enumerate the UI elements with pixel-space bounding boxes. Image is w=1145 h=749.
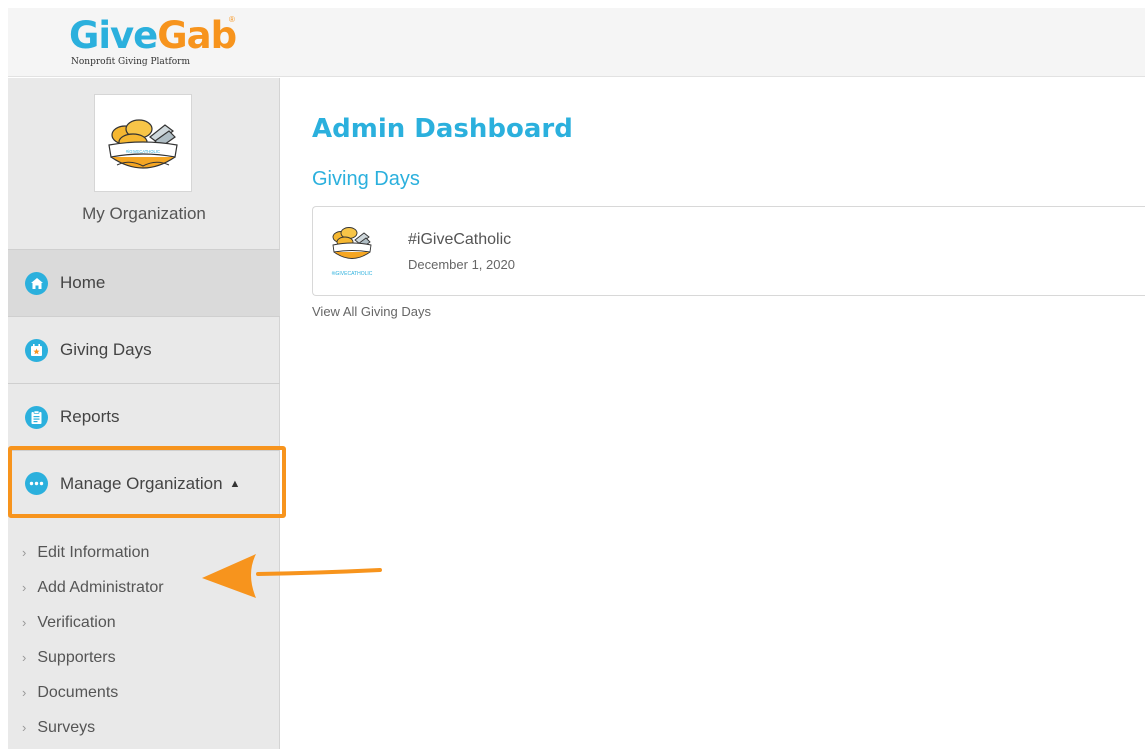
manage-organization-submenu: › Edit Information › Add Administrator › Ve…	[22, 535, 272, 745]
calendar-star-icon	[25, 338, 48, 362]
submenu-item-edit-information[interactable]: › Edit Information	[22, 535, 272, 570]
giving-day-date: December 1, 2020	[408, 257, 515, 272]
giving-day-logo-text: #iGIVECATHOLIC	[332, 271, 373, 277]
bread-basket-logo-icon: #iGIVECATHOLIC	[332, 227, 373, 277]
sidebar-item-giving-days[interactable]: Giving Days	[8, 316, 280, 383]
chevron-right-icon: ›	[22, 720, 27, 735]
logo-gab-text: Gab	[157, 14, 237, 57]
page-title: Admin Dashboard	[312, 114, 573, 144]
sidebar-item-label: Manage Organization	[60, 473, 223, 493]
chevron-right-icon: ›	[22, 650, 27, 665]
giving-day-logo: #iGIVECATHOLIC	[327, 223, 377, 281]
chevron-right-icon: ›	[22, 685, 27, 700]
bread-basket-logo-icon: #iGIVECATHOLIC	[108, 119, 178, 169]
caret-up-icon: ▲	[229, 477, 241, 490]
home-icon	[25, 271, 48, 295]
chevron-right-icon: ›	[22, 580, 27, 595]
more-dots-icon	[25, 472, 48, 495]
submenu-item-label: Supporters	[37, 648, 116, 666]
view-all-giving-days-link[interactable]: View All Giving Days	[312, 304, 431, 319]
chevron-right-icon: ›	[22, 545, 27, 560]
logo-tagline: Nonprofit Giving Platform	[71, 57, 191, 67]
submenu-item-label: Verification	[37, 613, 116, 631]
org-logo[interactable]: #iGIVECATHOLIC	[94, 94, 192, 192]
submenu-item-add-administrator[interactable]: › Add Administrator	[22, 570, 272, 605]
registered-mark: ®	[229, 15, 235, 24]
giving-day-name[interactable]: #iGiveCatholic	[408, 231, 511, 249]
submenu-item-verification[interactable]: › Verification	[22, 605, 272, 640]
submenu-item-surveys[interactable]: › Surveys	[22, 710, 272, 745]
sidebar-item-label: Reports	[60, 407, 120, 426]
submenu-item-label: Surveys	[37, 718, 96, 736]
clipboard-icon	[25, 405, 48, 429]
sidebar-item-reports[interactable]: Reports	[8, 383, 280, 450]
section-title-giving-days: Giving Days	[312, 168, 420, 190]
sidebar-item-manage-organization[interactable]: Manage Organization ▲	[8, 450, 280, 517]
submenu-item-label: Add Administrator	[37, 578, 164, 596]
org-logo-text: #iGIVECATHOLIC	[126, 149, 160, 154]
sidebar-item-label: Home	[60, 273, 106, 292]
sidebar-item-home[interactable]: Home	[8, 249, 280, 316]
giving-day-card[interactable]: #iGIVECATHOLIC #iGiveCatholic December 1…	[312, 206, 1145, 296]
org-name: My Organization	[82, 204, 206, 223]
submenu-item-documents[interactable]: › Documents	[22, 675, 272, 710]
logo-give-text: Give	[69, 14, 158, 57]
submenu-item-label: Edit Information	[37, 543, 150, 561]
logo-wordmark: GiveGab	[69, 14, 237, 58]
sidebar: #iGIVECATHOLIC My Organization Home Givi…	[8, 78, 280, 749]
chevron-right-icon: ›	[22, 615, 27, 630]
submenu-item-supporters[interactable]: › Supporters	[22, 640, 272, 675]
top-bar: GiveGab ® Nonprofit Giving Platform	[8, 8, 1145, 77]
sidebar-item-label: Giving Days	[60, 340, 152, 359]
givegab-logo[interactable]: GiveGab ® Nonprofit Giving Platform	[64, 12, 244, 72]
submenu-item-label: Documents	[37, 683, 119, 701]
